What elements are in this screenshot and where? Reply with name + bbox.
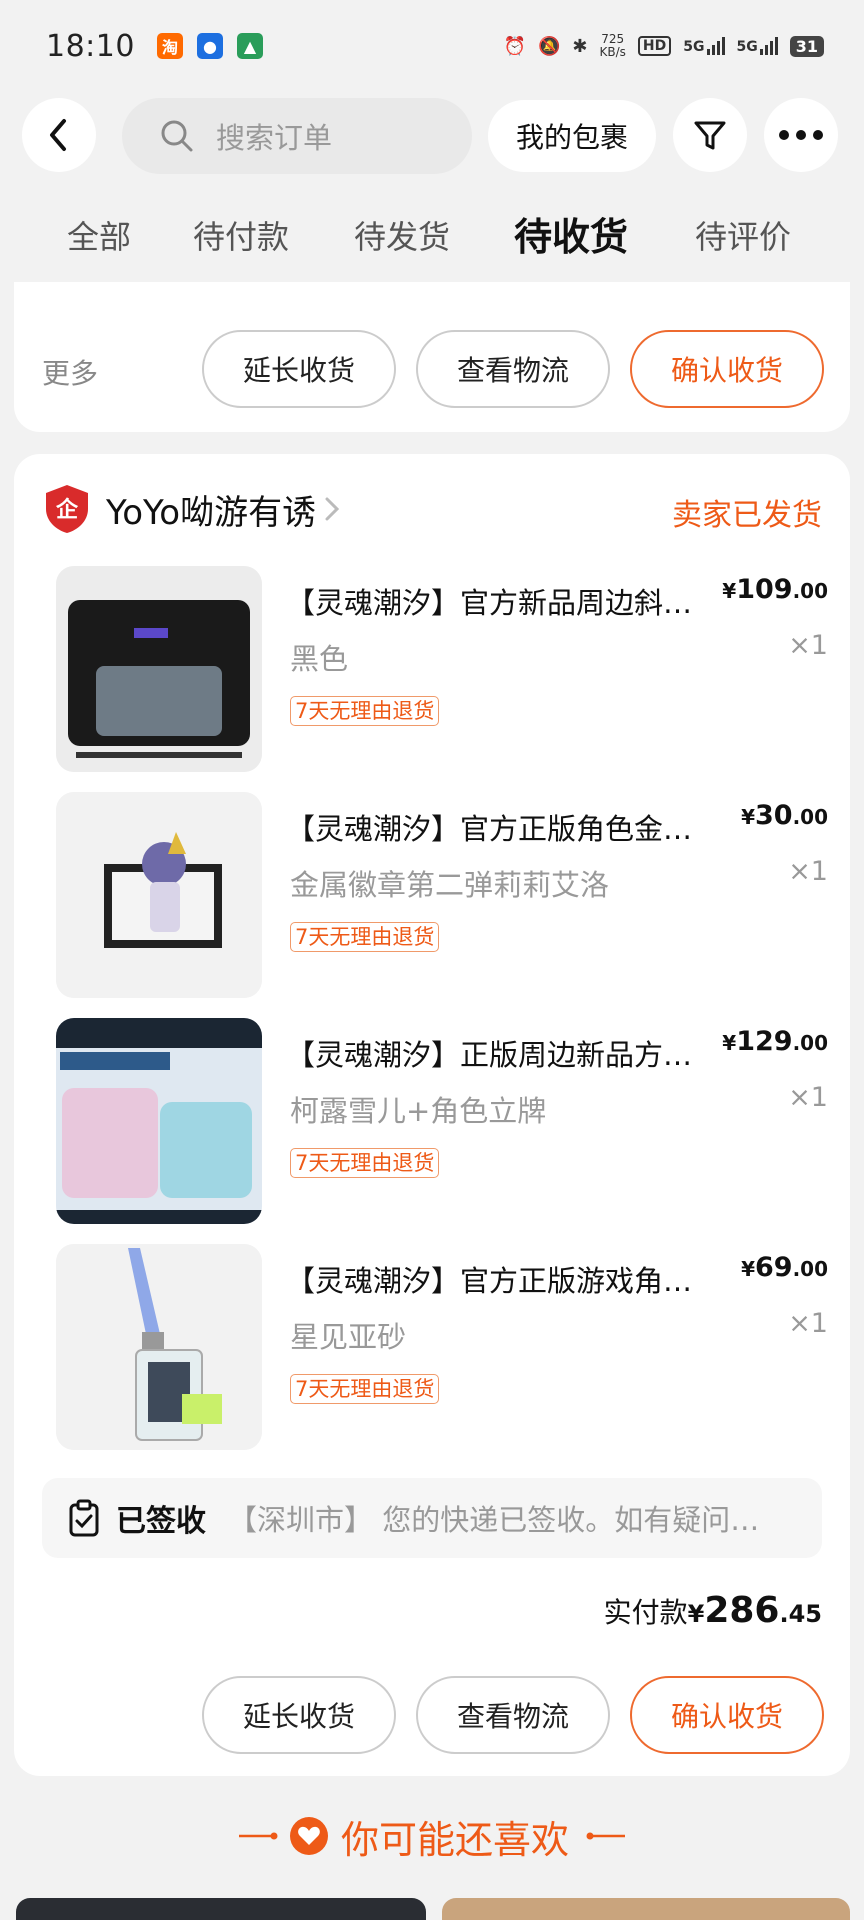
signal-icon: 5G: [737, 37, 778, 55]
product-price: ¥129.00: [722, 1026, 828, 1057]
hd-icon: HD: [637, 36, 672, 56]
order-total: 实付款 ¥286.45: [603, 1590, 822, 1631]
shop-name: YoYo呦游有诱: [106, 492, 317, 533]
product-image: [56, 1018, 262, 1224]
product-image: [56, 1244, 262, 1450]
product-quantity: ×1: [788, 856, 828, 887]
recommend-product-card[interactable]: [442, 1898, 850, 1920]
extend-receipt-button[interactable]: 延长收货: [202, 1676, 396, 1754]
product-price: ¥30.00: [741, 800, 828, 831]
battery-icon: 31: [789, 35, 824, 57]
decorative-line-right-icon: [586, 1832, 625, 1840]
header: 搜索订单 我的包裹: [0, 98, 864, 174]
search-input[interactable]: 搜索订单: [122, 98, 472, 174]
search-placeholder: 搜索订单: [216, 121, 333, 155]
signal-icon: 5G: [683, 37, 725, 55]
taobao-app-icon: 淘: [156, 33, 183, 59]
svg-text:企: 企: [55, 497, 79, 523]
order-status: 卖家已发货: [672, 498, 822, 533]
order-item[interactable]: 【灵魂潮汐】正版周边新品方形抱枕 柯露雪儿+角色立牌 7天无理由退货 ¥129.…: [42, 1018, 832, 1224]
total-label: 实付款: [603, 1596, 688, 1629]
tab-all[interactable]: 全部: [67, 212, 131, 258]
product-price: ¥109.00: [722, 574, 828, 605]
chevron-right-icon: [325, 497, 340, 521]
view-logistics-button[interactable]: 查看物流: [416, 1676, 610, 1754]
product-title: 【灵魂潮汐】正版周边新品方形抱枕: [286, 1038, 706, 1072]
return-policy-badge: 7天无理由退货: [290, 1374, 440, 1404]
order-tabs: 全部 待付款 待发货 待收货 待评价: [0, 212, 864, 272]
status-bar: 18:10 淘 ● ▲ ⏰ 🔕 ✱ 725 KB/s HD 5G 5G 31: [0, 0, 864, 92]
more-link[interactable]: 更多: [42, 352, 98, 392]
logistics-summary[interactable]: 已签收 【深圳市】 您的快递已签收。如有疑问请联系快递员: [42, 1478, 822, 1558]
return-policy-badge: 7天无理由退货: [290, 1148, 440, 1178]
product-title: 【灵魂潮汐】官方新品周边斜挎包痛包: [286, 586, 706, 620]
total-amount: 286: [704, 1590, 780, 1631]
product-sku: 星见亚砂: [290, 1320, 407, 1354]
product-sku: 柯露雪儿+角色立牌: [290, 1094, 547, 1128]
tab-pending-payment[interactable]: 待付款: [193, 212, 289, 258]
product-image: [56, 566, 262, 772]
decorative-line-left-icon: [238, 1832, 278, 1840]
mute-icon: 🔕: [538, 35, 561, 57]
product-quantity: ×1: [788, 1082, 828, 1113]
order-item[interactable]: 【灵魂潮汐】官方正版角色金属徽章 金属徽章第二弹莉莉艾洛 7天无理由退货 ¥30…: [42, 792, 832, 998]
shop-link[interactable]: 企 YoYo呦游有诱: [44, 480, 340, 538]
logistics-status: 已签收: [116, 1504, 206, 1539]
clipboard-check-icon: [69, 1499, 99, 1537]
bluetooth-icon: ✱: [572, 35, 588, 57]
enterprise-shop-icon: 企: [46, 485, 88, 533]
back-button[interactable]: [22, 98, 96, 172]
search-icon: [161, 120, 193, 152]
status-time: 18:10: [46, 28, 135, 64]
return-policy-badge: 7天无理由退货: [290, 696, 440, 726]
recommend-product-card[interactable]: [16, 1898, 426, 1920]
more-icon: [779, 130, 823, 140]
view-logistics-button[interactable]: 查看物流: [416, 330, 610, 408]
tab-pending-receipt[interactable]: 待收货: [514, 206, 628, 261]
product-title: 【灵魂潮汐】官方正版游戏角色挂件: [286, 1264, 706, 1298]
recommend-header: 你可能还喜欢: [0, 1806, 864, 1866]
product-image: [56, 792, 262, 998]
order-card: 企 YoYo呦游有诱 卖家已发货 【灵魂潮汐】官方新品周边斜挎包痛包 黑色 7天…: [14, 454, 850, 1776]
previous-order-card: 更多 延长收货 查看物流 确认收货: [14, 282, 850, 432]
app-notification-icon: ●: [196, 33, 223, 59]
filter-icon: [694, 121, 726, 150]
order-item[interactable]: 【灵魂潮汐】官方新品周边斜挎包痛包 黑色 7天无理由退货 ¥109.00 ×1: [42, 566, 832, 772]
recommend-title: 你可能还喜欢: [340, 1817, 569, 1862]
my-packages-button[interactable]: 我的包裹: [488, 100, 656, 172]
heart-icon: [289, 1817, 328, 1855]
network-speed: 725 KB/s: [599, 32, 626, 59]
back-icon: [50, 119, 66, 151]
filter-button[interactable]: [673, 98, 747, 172]
product-sku: 金属徽章第二弹莉莉艾洛: [290, 868, 610, 902]
confirm-receipt-button[interactable]: 确认收货: [630, 330, 824, 408]
product-quantity: ×1: [788, 1308, 828, 1339]
return-policy-badge: 7天无理由退货: [290, 922, 440, 952]
logistics-detail: 【深圳市】 您的快递已签收。如有疑问请联系快递员: [228, 1503, 788, 1537]
extend-receipt-button[interactable]: 延长收货: [202, 330, 396, 408]
product-title: 【灵魂潮汐】官方正版角色金属徽章: [286, 812, 706, 846]
tab-pending-shipment[interactable]: 待发货: [354, 212, 450, 258]
more-button[interactable]: [764, 98, 838, 172]
product-price: ¥69.00: [741, 1252, 828, 1283]
product-sku: 黑色: [290, 642, 349, 676]
notification-app-icons: 淘 ● ▲: [156, 33, 263, 59]
product-quantity: ×1: [788, 630, 828, 661]
alarm-icon: ⏰: [503, 35, 526, 57]
tab-pending-review[interactable]: 待评价: [695, 212, 791, 258]
app-notification-icon: ▲: [236, 33, 263, 59]
confirm-receipt-button[interactable]: 确认收货: [630, 1676, 824, 1754]
order-item[interactable]: 【灵魂潮汐】官方正版游戏角色挂件 星见亚砂 7天无理由退货 ¥69.00 ×1: [42, 1244, 832, 1450]
